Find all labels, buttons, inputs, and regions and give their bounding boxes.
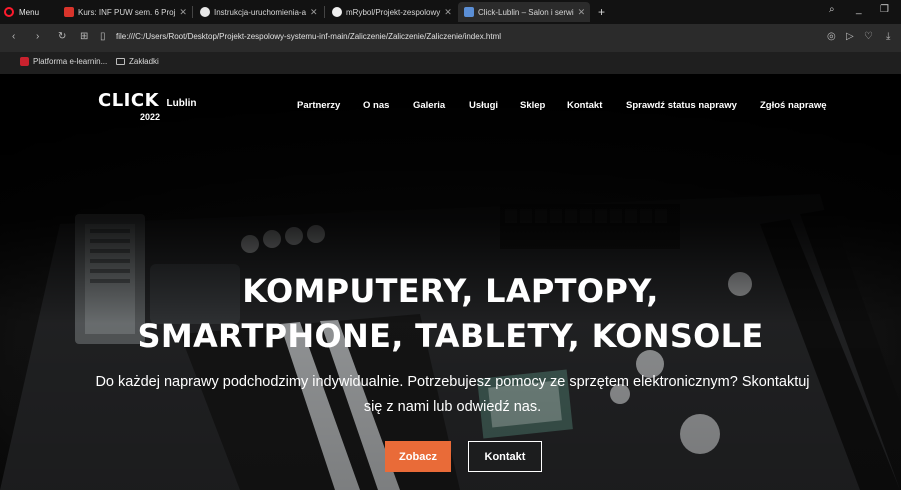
tab-title: mRybol/Projekt-zespolowy (346, 7, 441, 17)
site-logo[interactable]: CLICK Lublin 2022 (98, 90, 197, 122)
bookmark-zakladki[interactable]: Zakładki (116, 57, 159, 66)
bookmark-label: Zakładki (129, 57, 159, 66)
nav-partnerzy[interactable]: Partnerzy (297, 100, 340, 111)
nav-galeria[interactable]: Galeria (413, 100, 445, 111)
kontakt-button[interactable]: Kontakt (468, 441, 542, 472)
address-field[interactable]: file:///C:/Users/Root/Desktop/Projekt-ze… (116, 32, 501, 41)
new-tab-button[interactable]: + (592, 2, 612, 22)
hero-subtext-line2: się z nami lub odwiedź nas. (363, 399, 542, 415)
moodle-icon (64, 7, 74, 17)
heart-icon[interactable]: ♡ (864, 31, 873, 42)
plus-icon: + (598, 5, 606, 19)
nav-kontakt[interactable]: Kontakt (567, 100, 602, 111)
page-info-icon[interactable]: ▯ (100, 31, 106, 42)
close-icon[interactable]: ✕ (310, 7, 318, 18)
address-bar-row: ‹ › ↻ ⊞ ▯ file:///C:/Users/Root/Desktop/… (0, 24, 901, 52)
tab-click-lublin[interactable]: Click-Lublin – Salon i serwi ✕ (458, 2, 590, 22)
chrome-icon (200, 7, 210, 17)
zobacz-button[interactable]: Zobacz (385, 441, 451, 472)
hero-headline-line2: SMARTPHONE, TABLETY, KONSOLE (137, 317, 764, 355)
close-icon[interactable]: ✕ (179, 7, 187, 18)
web-page: CLICK Lublin 2022 Partnerzy O nas Galeri… (0, 74, 901, 490)
reload-icon[interactable]: ↻ (58, 31, 66, 42)
browser-menu-label: Menu (19, 7, 40, 17)
hero-headline-line1: KOMPUTERY, LAPTOPY, (242, 272, 659, 310)
hero-subtext-line1: Do każdej naprawy podchodzimy indywidual… (95, 374, 810, 390)
nav-sklep[interactable]: Sklep (520, 100, 545, 111)
bookmark-label: Platforma e-learnin... (33, 57, 108, 66)
download-icon[interactable]: ⤓ (886, 31, 890, 42)
close-icon[interactable]: ✕ (578, 7, 586, 18)
tab-title: Instrukcja-uruchomienia-a (214, 7, 307, 17)
nav-zglos-naprawe[interactable]: Zgłoś naprawę (760, 100, 827, 111)
nav-uslugi[interactable]: Usługi (469, 100, 498, 111)
send-icon[interactable]: ▷ (846, 31, 854, 42)
nav-o-nas[interactable]: O nas (363, 100, 389, 111)
github-icon (332, 7, 342, 17)
logo-brand: CLICK (98, 90, 160, 111)
browser-tab-bar: Menu Kurs: INF PUW sem. 6 Proj ✕ Instruk… (0, 0, 901, 24)
bookmark-platforma[interactable]: Platforma e-learnin... (20, 57, 107, 66)
nav-sprawdz-status[interactable]: Sprawdź status naprawy (626, 100, 737, 111)
opera-logo-icon (4, 7, 14, 17)
snapshot-icon[interactable]: ◎ (827, 31, 836, 42)
browser-menu-button[interactable]: Menu (4, 2, 39, 22)
tab-kurs-inf[interactable]: Kurs: INF PUW sem. 6 Proj ✕ (58, 2, 190, 22)
speed-dial-icon[interactable]: ⊞ (80, 31, 88, 42)
logo-city: Lublin (166, 98, 197, 109)
tab-title: Kurs: INF PUW sem. 6 Proj (78, 7, 176, 17)
page-icon (464, 7, 474, 17)
restore-icon[interactable]: ❐ (880, 4, 889, 15)
tab-title: Click-Lublin – Salon i serwi (478, 7, 574, 17)
search-icon[interactable]: ⌕ (829, 4, 835, 15)
logo-year: 2022 (140, 112, 161, 122)
tab-instrukcja[interactable]: Instrukcja-uruchomienia-a ✕ (194, 2, 322, 22)
folder-icon (116, 58, 125, 65)
forward-icon[interactable]: › (36, 31, 39, 42)
close-icon[interactable]: ✕ (444, 7, 452, 18)
bookmarks-bar: Platforma e-learnin... Zakładki (0, 52, 901, 74)
minimize-icon[interactable]: _ (856, 4, 862, 15)
moodle-icon (20, 57, 29, 66)
tab-github[interactable]: mRybol/Projekt-zespolowy ✕ (326, 2, 454, 22)
back-icon[interactable]: ‹ (12, 31, 15, 42)
